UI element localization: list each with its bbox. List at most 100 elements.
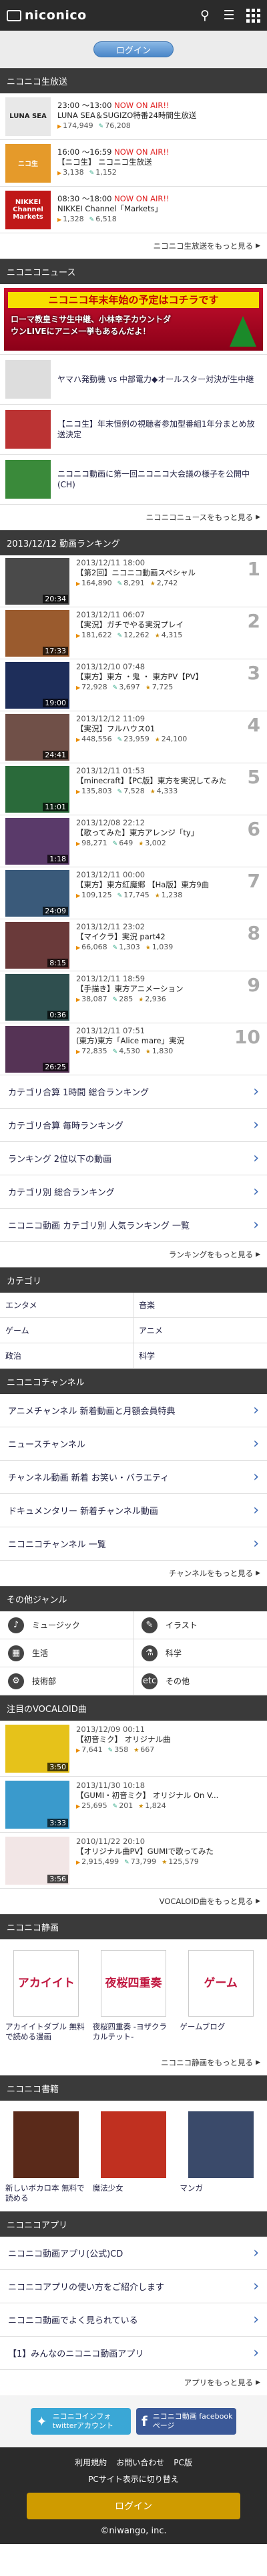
app-item[interactable]: ニコニコアプリの使い方をご紹介します xyxy=(0,2270,267,2303)
vocaloid-item[interactable]: 3:33 2013/11/30 10:18 【GUMI・初音ミク】 オリジナル On… xyxy=(0,1777,267,1833)
rank-number: 1 xyxy=(247,558,260,580)
app-item[interactable]: 【1】みんなのニコニコ動画アプリ xyxy=(0,2337,267,2370)
live-item[interactable]: NIKKEI Channel Markets 08:30 ～18:00 NOW O… xyxy=(0,187,267,233)
rank-number: 2 xyxy=(247,610,260,632)
category-item[interactable]: アニメ xyxy=(134,1318,267,1343)
channel-item[interactable]: ニュースチャンネル xyxy=(0,1427,267,1461)
social-links: ✦ ニコニコインフォ twitterアカウント f ニコニコ動画 facebookペ… xyxy=(0,2395,267,2447)
views-count: 448,556 xyxy=(76,734,112,745)
pc-site-link[interactable]: PCサイト表示に切り替え xyxy=(0,2473,267,2485)
vocaloid-thumbnail: 3:56 xyxy=(5,1837,69,1885)
views-count: 174,949 xyxy=(57,121,93,132)
video-thumbnail: 26:25 xyxy=(5,1026,69,1073)
login-button[interactable]: ログイン xyxy=(93,41,174,57)
category-item[interactable]: エンタメ xyxy=(0,1293,134,1318)
category-item[interactable]: 音楽 xyxy=(134,1293,267,1318)
views-count: 7,641 xyxy=(76,1745,103,1756)
manga-cover: 夜桜四重奏 xyxy=(100,1950,166,2017)
genre-item[interactable]: ▦ 生活 xyxy=(0,1639,134,1667)
news-title: 【ニコ生】年末恒例の視聴者参加型番組1年分まとめ放送決定 xyxy=(57,419,255,439)
rank-number: 4 xyxy=(247,714,260,736)
search-icon[interactable]: ⚲ xyxy=(198,8,212,23)
niconico-logo[interactable]: niconico xyxy=(7,8,87,23)
category-item[interactable]: 政治 xyxy=(0,1343,134,1369)
genre-item[interactable]: etc その他 xyxy=(134,1667,267,1695)
ranking-item[interactable]: 26:25 2013/12/11 07:51 (東方)東方「Alice mare」実… xyxy=(0,1023,267,1075)
manga-title: ゲームブログ xyxy=(180,2022,226,2031)
ranking-nav-item[interactable]: カテゴリ別 総合ランキング xyxy=(0,1175,267,1209)
twitter-button[interactable]: ✦ ニコニコインフォ twitterアカウント xyxy=(31,2408,131,2435)
genre-item[interactable]: ✎ イラスト xyxy=(134,1611,267,1639)
stats: 181,622 12,262 4,315 xyxy=(76,630,244,641)
manga-item[interactable]: アカイイト アカイイトダブル 無料で読める漫画 xyxy=(5,1950,87,2050)
mylist-count: 2,936 xyxy=(138,994,166,1005)
live-more-link[interactable]: ニコニコ生放送をもっと見る xyxy=(0,233,267,259)
news-item[interactable]: ニコニコ動画に第一回ニコニコ大会議の様子を公開中(CH) xyxy=(0,455,267,505)
app-item[interactable]: ニコニコ動画でよく見られている xyxy=(0,2303,267,2337)
ranking-nav-item[interactable]: ニコニコ動画 カテゴリ別 人気ランキング 一覧 xyxy=(0,1209,267,1242)
live-item[interactable]: ニコ生 16:00 ～16:59 NOW ON AIR!! 【ニコ生】 ニコニコ生放… xyxy=(0,140,267,187)
video-thumbnail: 1:18 xyxy=(5,818,69,865)
book-item[interactable]: マンガ xyxy=(180,2111,262,2211)
grid-icon[interactable] xyxy=(246,8,260,23)
stats: 164,890 8,291 2,742 xyxy=(76,578,244,589)
book-item[interactable]: 魔法少女 xyxy=(93,2111,175,2211)
news-item[interactable]: 【ニコ生】年末恒例の視聴者参加型番組1年分まとめ放送決定 xyxy=(0,405,267,455)
channel-item[interactable]: アニメチャンネル 新着動画と月額会員特典 xyxy=(0,1394,267,1427)
category-item[interactable]: 科学 xyxy=(134,1343,267,1369)
video-title: 【minecraft】【PC版】東方を実況してみた xyxy=(76,776,227,785)
news-item[interactable]: ヤマハ発動機 vs 中部電力◆オールスター対決が生中継 xyxy=(0,355,267,405)
vocaloid-item[interactable]: 3:50 2013/12/09 00:11【初音ミク】 オリジナル曲7,641 35… xyxy=(0,1721,267,1777)
manga-item[interactable]: ゲーム ゲームブログ xyxy=(180,1950,262,2050)
ranking-item[interactable]: 1:18 2013/12/08 22:12【歌ってみた】東方アレンジ「ty」98,… xyxy=(0,815,267,867)
genre-item[interactable]: ♪ ミュージック xyxy=(0,1611,134,1639)
ranking-item[interactable]: 24:41 2013/12/12 11:09【実況】フルハウス01448,556 2… xyxy=(0,711,267,763)
book-item[interactable]: 新しいボカロ本 無料で読める xyxy=(5,2111,87,2211)
app-item[interactable]: ニコニコ動画アプリ(公式)CD xyxy=(0,2237,267,2270)
ranking-item[interactable]: 0:36 2013/12/11 18:59【手描き】東方アニメーション38,087… xyxy=(0,971,267,1023)
ranking-nav-item[interactable]: ランキング 2位以下の動画 xyxy=(0,1142,267,1175)
manga-item[interactable]: 夜桜四重奏 夜桜四重奏 -ヨザクラカルテット- xyxy=(93,1950,175,2050)
footer-login-button[interactable]: ログイン xyxy=(27,2493,240,2519)
video-date: 2013/11/30 10:18 xyxy=(76,1781,146,1790)
vocaloid-more-link[interactable]: VOCALOID曲をもっと見る xyxy=(0,1889,267,1914)
apps-more-link[interactable]: アプリをもっと見る xyxy=(0,2370,267,2395)
ranking-item[interactable]: 11:01 2013/12/11 01:53 【minecraft】【PC版】東方を… xyxy=(0,763,267,815)
comment-count: 4,530 xyxy=(113,1046,140,1057)
ranking-item[interactable]: 17:33 2013/12/11 06:07【実況】ガチでやる実況プレイ181,6… xyxy=(0,607,267,659)
category-item[interactable]: ゲーム xyxy=(0,1318,134,1343)
rank-number: 7 xyxy=(247,870,260,892)
ranking-item[interactable]: 20:34 2013/12/11 18:00【第2回】ニコニコ動画スペシャル164… xyxy=(0,555,267,607)
live-section-title: ニコニコ生放送 xyxy=(0,68,267,93)
news-banner[interactable]: ニコニコ年末年始の予定はコチラです ローマ教皇ミサ生中継、小林幸子カウントダウンL… xyxy=(0,284,267,355)
ranking-nav-item[interactable]: カテゴリ合算 毎時ランキング xyxy=(0,1109,267,1142)
ranking-more-link[interactable]: ランキングをもっと見る xyxy=(0,1242,267,1267)
facebook-button[interactable]: f ニコニコ動画 facebookページ xyxy=(136,2408,236,2435)
video-date: 2013/12/11 06:07 xyxy=(76,610,146,619)
channel-more-link[interactable]: チャンネルをもっと見る xyxy=(0,1561,267,1586)
video-date: 2013/12/10 07:48 xyxy=(76,662,146,671)
footer-link[interactable]: お問い合わせ xyxy=(116,2457,164,2468)
channel-item[interactable]: ニコニコチャンネル 一覧 xyxy=(0,1527,267,1561)
genre-item[interactable]: ⚙ 技術部 xyxy=(0,1667,134,1695)
manga-more-link[interactable]: ニコニコ静画をもっと見る xyxy=(0,2050,267,2075)
video-thumbnail: 20:34 xyxy=(5,558,69,605)
video-date: 2013/12/11 01:53 xyxy=(76,766,146,775)
vocaloid-item[interactable]: 3:56 2010/11/22 20:10 【オリジナル曲PV】GUMIで歌ってみた… xyxy=(0,1833,267,1889)
views-count: 3,138 xyxy=(57,167,84,179)
footer-link[interactable]: PC版 xyxy=(174,2457,192,2468)
ranking-item[interactable]: 8:15 2013/12/11 23:02【マイクラ】実況 part4266,06… xyxy=(0,919,267,971)
live-item[interactable]: LUNA SEA 23:00 ～13:00 NOW ON AIR!! LUNA SE… xyxy=(0,93,267,140)
news-more-link[interactable]: ニコニコニュースをもっと見る xyxy=(0,505,267,530)
footer-link[interactable]: 利用規約 xyxy=(75,2457,107,2468)
ranking-item[interactable]: 19:00 2013/12/10 07:48 【東方】東方 ・鬼 ・ 東方PV【PV… xyxy=(0,659,267,711)
channel-item[interactable]: ドキュメンタリー 新着チャンネル動画 xyxy=(0,1494,267,1527)
genre-item[interactable]: ⚗ 科学 xyxy=(134,1639,267,1667)
menu-icon[interactable]: ☰ xyxy=(222,8,236,23)
ranking-nav-item[interactable]: カテゴリ合算 1時間 総合ランキング xyxy=(0,1075,267,1109)
channel-item[interactable]: チャンネル動画 新着 お笑い・バラエティ xyxy=(0,1461,267,1494)
book-cover xyxy=(100,2111,166,2178)
views-count: 38,087 xyxy=(76,994,107,1005)
ranking-item[interactable]: 24:09 2013/12/11 00:00 【東方】東方紅魔郷 【Ha版】東方9曲… xyxy=(0,867,267,919)
mylist-count: 1,830 xyxy=(146,1046,174,1057)
